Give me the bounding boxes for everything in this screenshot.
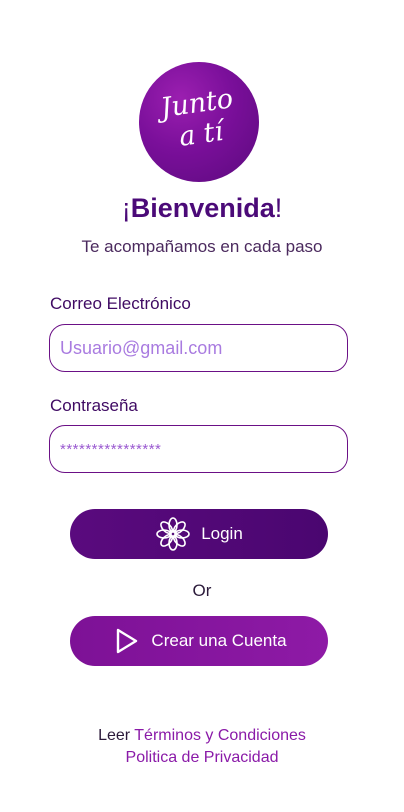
privacy-line: Politica de Privacidad bbox=[0, 747, 404, 769]
create-account-button[interactable]: Crear una Cuenta bbox=[70, 616, 328, 666]
create-account-label: Crear una Cuenta bbox=[151, 631, 287, 650]
privacy-link[interactable]: Politica de Privacidad bbox=[126, 749, 279, 766]
terms-line: Leer Términos y Condiciones bbox=[0, 725, 404, 747]
login-button[interactable]: Login bbox=[70, 509, 328, 559]
logo-text: Junto a tí bbox=[135, 80, 262, 158]
password-field[interactable] bbox=[49, 425, 348, 473]
app-logo: Junto a tí bbox=[139, 62, 259, 182]
play-icon bbox=[111, 626, 141, 656]
terms-link[interactable]: Términos y Condiciones bbox=[134, 727, 306, 744]
login-button-label: Login bbox=[201, 524, 243, 543]
welcome-word: Bienvenida bbox=[130, 193, 275, 223]
password-label: Contraseña bbox=[50, 396, 138, 415]
email-field[interactable] bbox=[49, 324, 348, 372]
welcome-subtitle: Te acompañamos en cada paso bbox=[81, 237, 323, 256]
email-label: Correo Electrónico bbox=[50, 294, 191, 313]
welcome-excl-open: ¡ bbox=[121, 193, 131, 223]
or-separator: Or bbox=[192, 581, 212, 600]
welcome-excl-close: ! bbox=[274, 193, 283, 223]
welcome-title: ¡Bienvenida! bbox=[0, 190, 404, 226]
flower-icon bbox=[155, 516, 191, 552]
read-prefix: Leer bbox=[98, 727, 131, 744]
